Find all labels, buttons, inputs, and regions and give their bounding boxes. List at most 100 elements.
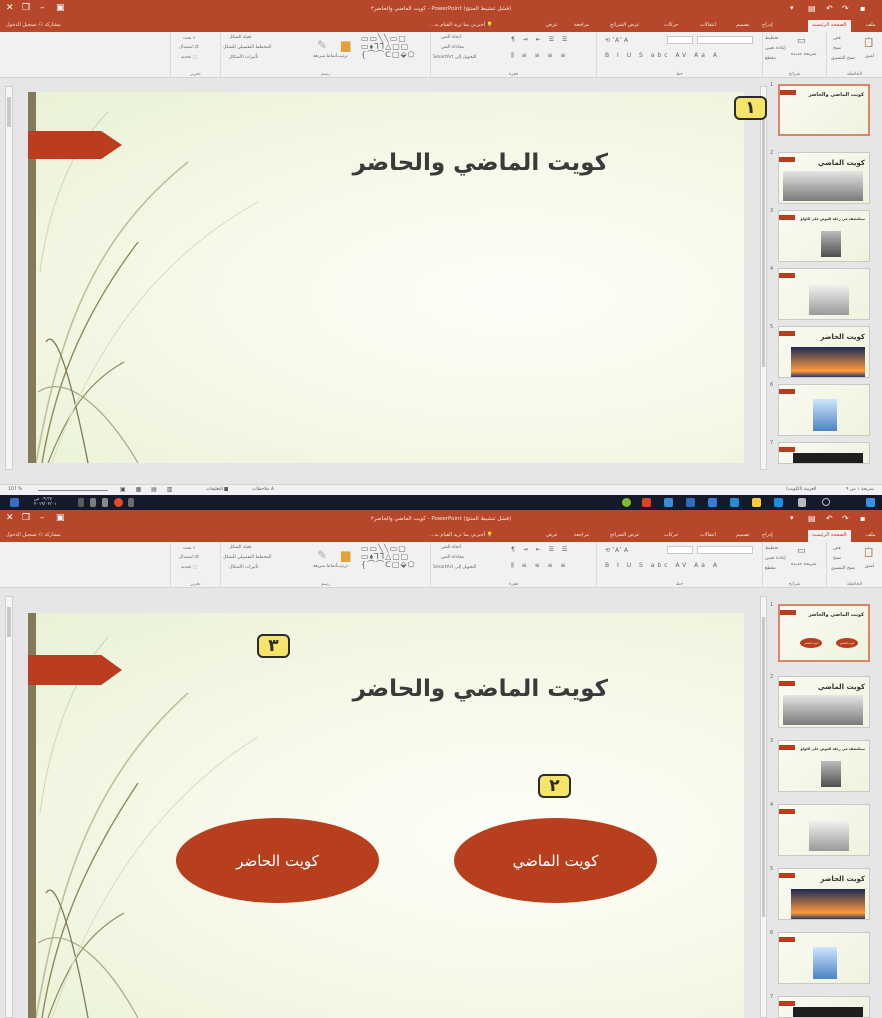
shapes-gallery[interactable]: ▭▭╲╲▭▢ ▭⬧⅂⅂△▢▢ {⌒⌒ᑕ▢⬙⬠ — [361, 545, 416, 569]
layout-button[interactable]: تخطيط — [765, 36, 778, 41]
customize-qat-icon[interactable]: ▾ — [790, 4, 794, 13]
tab-file[interactable]: ملف — [866, 532, 876, 538]
quick-styles-icon[interactable]: ✎ — [317, 548, 327, 562]
quick-styles-button[interactable]: أنماط سريعة — [313, 54, 337, 59]
thumbnail-slide-6[interactable] — [778, 932, 870, 984]
thumbnail-slide-2[interactable]: كويت الماضي — [778, 152, 870, 204]
redo-icon[interactable]: ↷ — [842, 4, 849, 13]
tab-insert[interactable]: إدراج — [762, 532, 773, 538]
file-explorer-icon[interactable] — [752, 498, 761, 507]
word-taskbar-icon[interactable] — [686, 498, 695, 507]
reset-button[interactable]: إعادة تعيين — [765, 556, 786, 561]
font-format-buttons[interactable]: B I U S abc AV Aa A — [605, 52, 720, 59]
tell-me-box[interactable]: 💡 أخبرني بما تريد القيام به... — [430, 532, 493, 538]
shapes-gallery[interactable]: ▭▭╲╲▭▢ ▭⬧⅂⅂△▢▢ {⌒⌒ᑕ▢⬙⬠ — [361, 35, 416, 59]
tell-me-box[interactable]: 💡 أخبرني بما تريد القيام به... — [430, 22, 493, 28]
slide-title[interactable]: كويت الماضي والحاضر — [178, 150, 608, 176]
windows-start-icon[interactable] — [866, 498, 875, 507]
search-icon[interactable] — [822, 498, 830, 506]
copy-button[interactable]: نسخ — [833, 556, 841, 561]
align-buttons[interactable]: ≡ ≡ ≡ ≡ ⫼ — [511, 562, 569, 570]
left-scrollbar[interactable] — [5, 596, 13, 1018]
tab-review[interactable]: مراجعة — [574, 532, 589, 538]
undo-icon[interactable]: ↶ — [826, 514, 833, 523]
left-scrollbar[interactable] — [5, 86, 13, 470]
new-slide-icon[interactable]: ▭ — [797, 36, 806, 46]
new-slide-button[interactable]: شريحة جديدة — [791, 562, 816, 567]
shape-fill-button[interactable]: تعبئة الشكل — [229, 545, 252, 550]
thumbnail-slide-7[interactable] — [778, 996, 870, 1018]
tab-file[interactable]: ملف — [866, 22, 876, 28]
thumbnail-slide-1[interactable]: كويت الماضي والحاضر كويت الماضي كويت الح… — [778, 604, 870, 662]
task-view-icon[interactable] — [798, 498, 806, 507]
comments-button[interactable]: ▆ التعليقات — [206, 487, 228, 492]
tab-home[interactable]: الصفحة الرئيسية — [808, 530, 851, 542]
tray-app-icon[interactable] — [114, 498, 123, 507]
editor-scrollbar[interactable] — [760, 86, 767, 470]
shape-effects-button[interactable]: تأثيرات الأشكال — [229, 55, 258, 60]
tab-insert[interactable]: إدراج — [762, 22, 773, 28]
tab-design[interactable]: تصميم — [736, 22, 749, 28]
zoom-slider[interactable] — [38, 490, 108, 491]
font-format-buttons[interactable]: B I U S abc AV Aa A — [605, 562, 720, 569]
thumbnail-slide-1[interactable]: كويت الماضي والحاضر — [778, 84, 870, 136]
tab-view[interactable]: عرض — [546, 22, 558, 28]
editor-scrollbar[interactable] — [760, 596, 767, 1018]
shape-fill-button[interactable]: تعبئة الشكل — [229, 35, 252, 40]
shape-effects-button[interactable]: تأثيرات الأشكال — [229, 565, 258, 570]
thumbnail-slide-2[interactable]: كويت الماضي — [778, 676, 870, 728]
notes-button[interactable]: ≙ ملاحظات — [252, 487, 274, 492]
quick-styles-icon[interactable]: ✎ — [317, 38, 327, 52]
paste-button[interactable]: لصق — [865, 54, 874, 59]
thumbnail-slide-3[interactable]: سنكتشف في رحلة الغوص على اللؤلؤ — [778, 740, 870, 792]
arrange-icon[interactable]: ▆ — [341, 38, 350, 52]
taskbar-app-icon[interactable] — [664, 498, 673, 507]
presenter-icon[interactable]: ▤ — [808, 514, 816, 523]
replace-button[interactable]: ⇄ استبدال — [179, 45, 199, 50]
powerpoint-taskbar-icon[interactable] — [642, 498, 651, 507]
find-button[interactable]: ⌕ بحث — [183, 545, 196, 551]
thumbnail-slide-5[interactable]: كويت الحاضر — [778, 868, 870, 920]
format-painter-button[interactable]: نسخ التنسيق — [831, 566, 855, 571]
paste-button[interactable]: لصق — [865, 564, 874, 569]
app-icon-green[interactable] — [622, 498, 631, 507]
tab-slideshow[interactable]: عرض الشرائح — [610, 22, 640, 28]
zoom-level[interactable]: 107 % — [8, 487, 22, 492]
paste-icon[interactable]: 📋 — [863, 38, 874, 48]
shape-outline-button[interactable]: المخطط التفصيلي للشكل — [223, 45, 271, 50]
font-name-combo[interactable] — [697, 546, 753, 554]
replace-button[interactable]: ⇄ استبدال — [179, 555, 199, 560]
new-slide-button[interactable]: شريحة جديدة — [791, 52, 816, 57]
oval-kuwait-past[interactable]: كويت الماضي — [454, 818, 657, 903]
slide-title[interactable]: كويت الماضي والحاضر — [178, 676, 608, 702]
copy-button[interactable]: نسخ — [833, 46, 841, 51]
select-button[interactable]: ⬚ تحديد — [181, 565, 197, 570]
network-icon[interactable] — [102, 498, 108, 507]
mail-icon[interactable] — [708, 498, 717, 507]
customize-qat-icon[interactable]: ▾ — [790, 514, 794, 523]
scroll-thumb[interactable] — [7, 607, 11, 637]
list-buttons[interactable]: ☰ ☰ ⇤ ⇥ ¶ — [511, 546, 570, 553]
font-size-buttons[interactable]: A˄ A˅ ⟲ — [605, 37, 628, 44]
text-direction-button[interactable]: اتجاه النص — [441, 35, 461, 40]
shape-outline-button[interactable]: المخطط التفصيلي للشكل — [223, 555, 271, 560]
tab-view[interactable]: عرض — [546, 532, 558, 538]
slide-canvas[interactable]: كويت الماضي والحاضر كويت الماضي كويت الح… — [28, 613, 744, 1018]
tab-design[interactable]: تصميم — [736, 532, 749, 538]
scroll-thumb[interactable] — [762, 107, 765, 367]
list-buttons[interactable]: ☰ ☰ ⇤ ⇥ ¶ — [511, 36, 570, 43]
presenter-icon[interactable]: ▤ — [808, 4, 816, 13]
view-buttons[interactable]: ▣ ▦ ▤ ▥ — [120, 486, 176, 493]
layout-button[interactable]: تخطيط — [765, 546, 778, 551]
smartart-button[interactable]: التحويل إلى SmartArt — [433, 565, 476, 570]
action-center-icon[interactable] — [10, 498, 19, 507]
undo-icon[interactable]: ↶ — [826, 4, 833, 13]
select-button[interactable]: ⬚ تحديد — [181, 55, 197, 60]
tab-review[interactable]: مراجعة — [574, 22, 589, 28]
share-button[interactable]: مشاركة ⚇ تسجيل الدخول — [6, 22, 61, 28]
smartart-button[interactable]: التحويل إلى SmartArt — [433, 55, 476, 60]
tab-animations[interactable]: حركات — [664, 22, 678, 28]
thumbnail-slide-5[interactable]: كويت الحاضر — [778, 326, 870, 378]
thumbnail-slide-3[interactable]: سنكتشف في رحلة الغوص على اللؤلؤ — [778, 210, 870, 262]
thumbnail-slide-6[interactable] — [778, 384, 870, 436]
